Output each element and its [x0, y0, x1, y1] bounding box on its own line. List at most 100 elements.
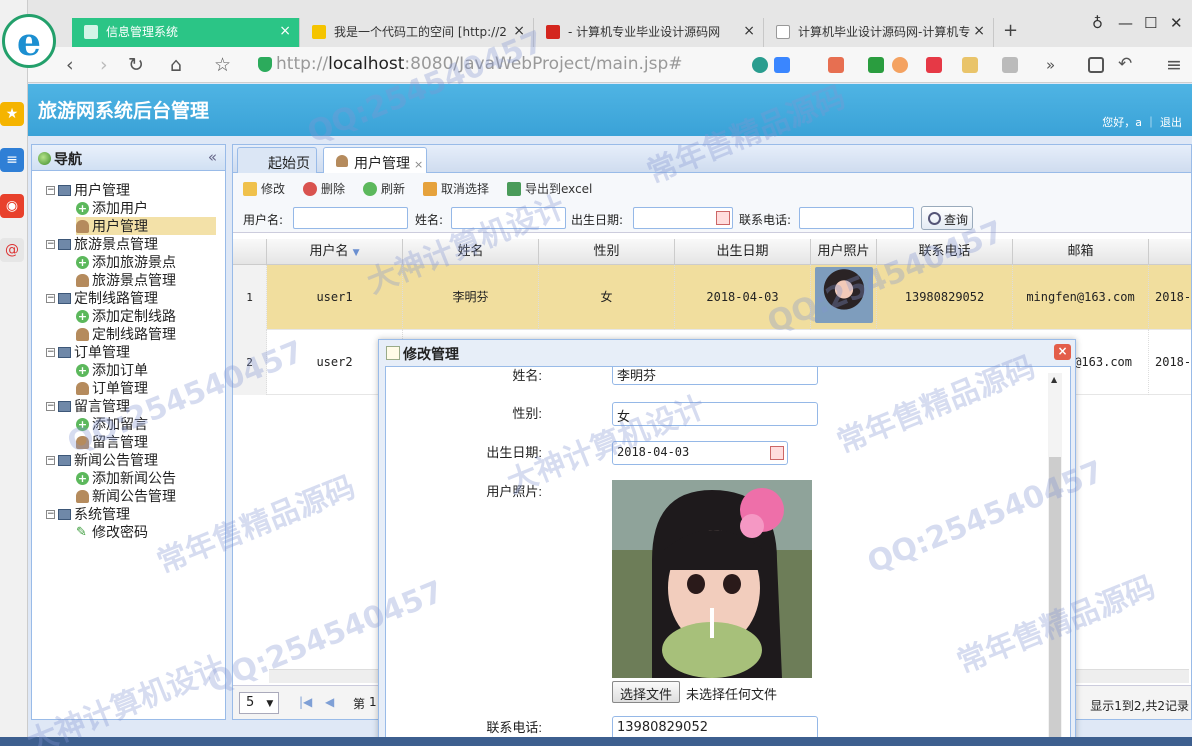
nav-group[interactable]: − 用户管理 — [46, 181, 130, 199]
birth-field[interactable]: 2018-04-03 — [612, 441, 788, 465]
col-email[interactable]: 邮箱 — [1013, 239, 1149, 265]
nav-group[interactable]: − 订单管理 — [46, 343, 130, 361]
gender-field[interactable]: 女 — [612, 402, 818, 426]
forward-icon[interactable]: › — [100, 54, 108, 76]
nav-item[interactable]: + 添加旅游景点 — [76, 253, 216, 271]
user-info[interactable]: 您好，a ｜ 退出 — [1102, 114, 1182, 130]
browser-tab-4[interactable]: 计算机毕业设计源码网-计算机专 × — [764, 18, 994, 47]
extension-icon[interactable] — [868, 57, 884, 73]
choose-file-button[interactable]: 选择文件 — [612, 681, 681, 703]
maximize-button[interactable]: ☐ — [1144, 14, 1157, 32]
col-birth[interactable]: 出生日期 — [675, 239, 811, 265]
collapse-tree-icon[interactable]: − — [46, 455, 55, 465]
table-row[interactable]: 1 user1 李明芬 女 2018-04-03 13980829052 min… — [233, 265, 1191, 330]
nav-item[interactable]: 定制线路管理 — [76, 325, 216, 343]
col-extra[interactable] — [1149, 239, 1191, 265]
tab-home[interactable]: 起始页 — [237, 147, 317, 173]
search-button[interactable]: 查询 — [921, 206, 973, 230]
col-gender[interactable]: 性别 — [539, 239, 675, 265]
edit-button[interactable]: 修改 — [243, 180, 285, 197]
mail-icon[interactable]: @ — [0, 238, 24, 262]
col-photo[interactable]: 用户照片 — [811, 239, 877, 265]
first-page-icon[interactable]: |◀ — [299, 695, 312, 709]
scrollbar-thumb[interactable] — [1049, 457, 1061, 745]
name-input[interactable] — [451, 207, 566, 229]
page-size-select[interactable]: 5 ▼ — [239, 692, 279, 714]
browser-tab-1[interactable]: 信息管理系统 × — [72, 18, 300, 47]
close-tab-icon[interactable]: × — [279, 23, 291, 39]
nav-item[interactable]: 旅游景点管理 — [76, 271, 216, 289]
undo-icon[interactable]: ↶ — [1118, 54, 1132, 74]
nav-group[interactable]: − 旅游景点管理 — [46, 235, 158, 253]
close-window-button[interactable]: ✕ — [1170, 14, 1183, 32]
nav-group[interactable]: − 系统管理 — [46, 505, 130, 523]
collapse-tree-icon[interactable]: − — [46, 239, 55, 249]
calendar-icon[interactable] — [770, 446, 784, 460]
collapse-icon[interactable]: « — [208, 148, 217, 166]
extension-icon[interactable] — [926, 57, 942, 73]
birth-input[interactable] — [633, 207, 733, 229]
extension-icon[interactable] — [752, 57, 768, 73]
prev-page-icon[interactable]: ◀ — [325, 695, 334, 709]
favorites-icon[interactable]: ★ — [0, 102, 24, 126]
nav-item[interactable]: + 添加用户 — [76, 199, 216, 217]
collapse-tree-icon[interactable]: − — [46, 347, 55, 357]
nav-item[interactable]: ✎ 修改密码 — [76, 523, 216, 541]
reader-icon[interactable]: ≡ — [0, 148, 24, 172]
url-field[interactable]: http://localhost:8080/JavaWebProject/mai… — [254, 52, 754, 78]
skin-icon[interactable]: ♁ — [1092, 14, 1103, 32]
reload-icon[interactable]: ↻ — [128, 54, 144, 76]
unselect-button[interactable]: 取消选择 — [423, 180, 489, 197]
browser-tab-3[interactable]: - 计算机专业毕业设计源码网 × — [534, 18, 764, 47]
extension-icon[interactable] — [892, 57, 908, 73]
nav-item[interactable]: 订单管理 — [76, 379, 216, 397]
extension-icon[interactable] — [828, 57, 844, 73]
name-field[interactable]: 李明芬 — [612, 367, 818, 385]
home-icon[interactable]: ⌂ — [170, 54, 182, 76]
extension-icon[interactable] — [962, 57, 978, 73]
new-tab-button[interactable]: + — [1003, 20, 1018, 41]
close-tab-icon[interactable]: × — [513, 23, 525, 39]
phone-input[interactable] — [799, 207, 914, 229]
nav-group[interactable]: − 留言管理 — [46, 397, 130, 415]
menu-icon[interactable]: ≡ — [1166, 54, 1182, 76]
nav-group[interactable]: − 定制线路管理 — [46, 289, 158, 307]
username-input[interactable] — [293, 207, 408, 229]
col-name[interactable]: 姓名 — [403, 239, 539, 265]
reading-icon[interactable] — [1088, 57, 1104, 73]
collapse-tree-icon[interactable]: − — [46, 401, 55, 411]
nav-item[interactable]: 用户管理 — [76, 217, 216, 235]
browser-tab-2[interactable]: 我是一个代码工的空间 [http://2 × — [300, 18, 534, 47]
tab-user-management[interactable]: 用户管理 × — [323, 147, 427, 174]
delete-button[interactable]: 删除 — [303, 180, 345, 197]
page-current[interactable]: 1 — [369, 695, 377, 709]
nav-item[interactable]: + 添加定制线路 — [76, 307, 216, 325]
nav-item[interactable]: 留言管理 — [76, 433, 216, 451]
dialog-scrollbar[interactable]: ▲ — [1048, 373, 1062, 745]
calendar-icon[interactable] — [716, 211, 730, 225]
close-tab-icon[interactable]: × — [743, 23, 755, 39]
bookmark-icon[interactable]: ☆ — [214, 54, 231, 76]
scroll-up-icon[interactable]: ▲ — [1051, 375, 1057, 384]
refresh-button[interactable]: 刷新 — [363, 180, 405, 197]
nav-group[interactable]: − 新闻公告管理 — [46, 451, 158, 469]
nav-item[interactable]: + 添加订单 — [76, 361, 216, 379]
extension-icon[interactable] — [1002, 57, 1018, 73]
nav-item[interactable]: 新闻公告管理 — [76, 487, 216, 505]
extension-icon[interactable] — [774, 57, 790, 73]
nav-item[interactable]: + 添加新闻公告 — [76, 469, 216, 487]
collapse-tree-icon[interactable]: − — [46, 293, 55, 303]
weibo-icon[interactable]: ◉ — [0, 194, 24, 218]
close-tab-icon[interactable]: × — [973, 23, 985, 39]
col-username[interactable]: 用户名 ▼ — [267, 239, 403, 265]
col-phone[interactable]: 联系电话 — [877, 239, 1013, 265]
collapse-tree-icon[interactable]: − — [46, 509, 55, 519]
back-icon[interactable]: ‹ — [66, 54, 74, 76]
nav-item[interactable]: + 添加留言 — [76, 415, 216, 433]
close-dialog-button[interactable]: × — [1054, 344, 1071, 360]
close-tab-icon[interactable]: × — [414, 158, 423, 171]
collapse-tree-icon[interactable]: − — [46, 185, 55, 195]
more-icon[interactable]: » — [1046, 56, 1055, 74]
minimize-button[interactable]: — — [1118, 14, 1133, 32]
export-button[interactable]: 导出到excel — [507, 180, 592, 197]
